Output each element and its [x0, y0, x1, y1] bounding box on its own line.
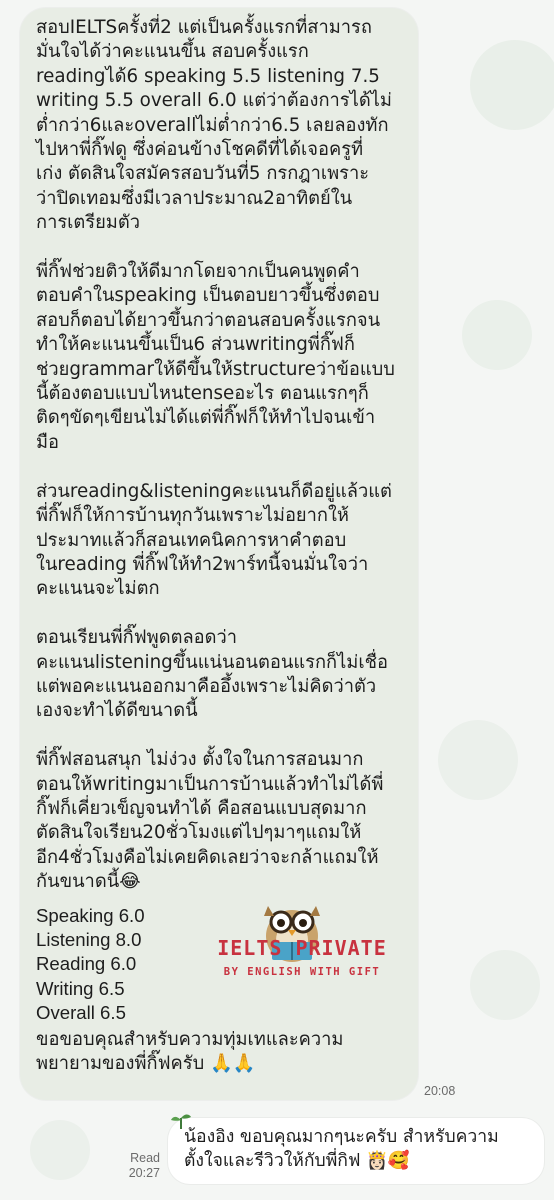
message-paragraph: ส่วนreading&listeningคะแนนก็ดีอยู่แล้วแต…	[36, 480, 392, 600]
background-sticker	[30, 1120, 90, 1180]
watermark-title: IELTS PRIVATE	[217, 936, 387, 960]
message-paragraph: พี่กิ๊ฟช่วยติวให้ดีมากโดยจากเป็นคนพูดคำ …	[36, 261, 395, 453]
watermark-subtitle: BY ENGLISH WITH GIFT	[223, 966, 381, 978]
closing-message: ขอขอบคุณสำหรับความทุ่มเทและความ พยายามขอ…	[36, 1029, 344, 1075]
background-sticker	[470, 40, 554, 130]
outgoing-message-text: น้องอิง ขอบคุณมากๆนะครับ สำหรับความ ตั้ง…	[184, 1127, 499, 1171]
read-receipt: Read 20:27	[118, 1151, 160, 1181]
ielts-private-watermark: IELTS PRIVATE BY ENGLISH WITH GIFT	[168, 892, 416, 996]
score-list: Speaking 6.0 Listening 8.0 Reading 6.0 W…	[36, 905, 145, 1023]
incoming-message-bubble[interactable]: สอบIELTSครั้งที่2 แต่เป็นครั้งแรกที่สามา…	[20, 8, 418, 1100]
message-paragraph: ตอนเรียนพี่กิ๊ฟพูดตลอดว่า คะแนนlistening…	[36, 627, 388, 722]
incoming-timestamp: 20:08	[424, 1084, 456, 1098]
outgoing-timestamp: 20:27	[128, 1166, 160, 1180]
background-sticker	[438, 720, 518, 800]
background-sticker	[470, 950, 540, 1020]
message-paragraph: สอบIELTSครั้งที่2 แต่เป็นครั้งแรกที่สามา…	[36, 17, 392, 234]
background-sticker	[462, 300, 532, 370]
read-label: Read	[130, 1151, 160, 1165]
outgoing-message-bubble[interactable]: น้องอิง ขอบคุณมากๆนะครับ สำหรับความ ตั้ง…	[168, 1118, 544, 1184]
plant-sticker-icon	[171, 1114, 191, 1129]
message-paragraph: พี่กิ๊ฟสอนสนุก ไม่ง่วง ตั้งใจในการสอนมาก…	[36, 749, 384, 893]
